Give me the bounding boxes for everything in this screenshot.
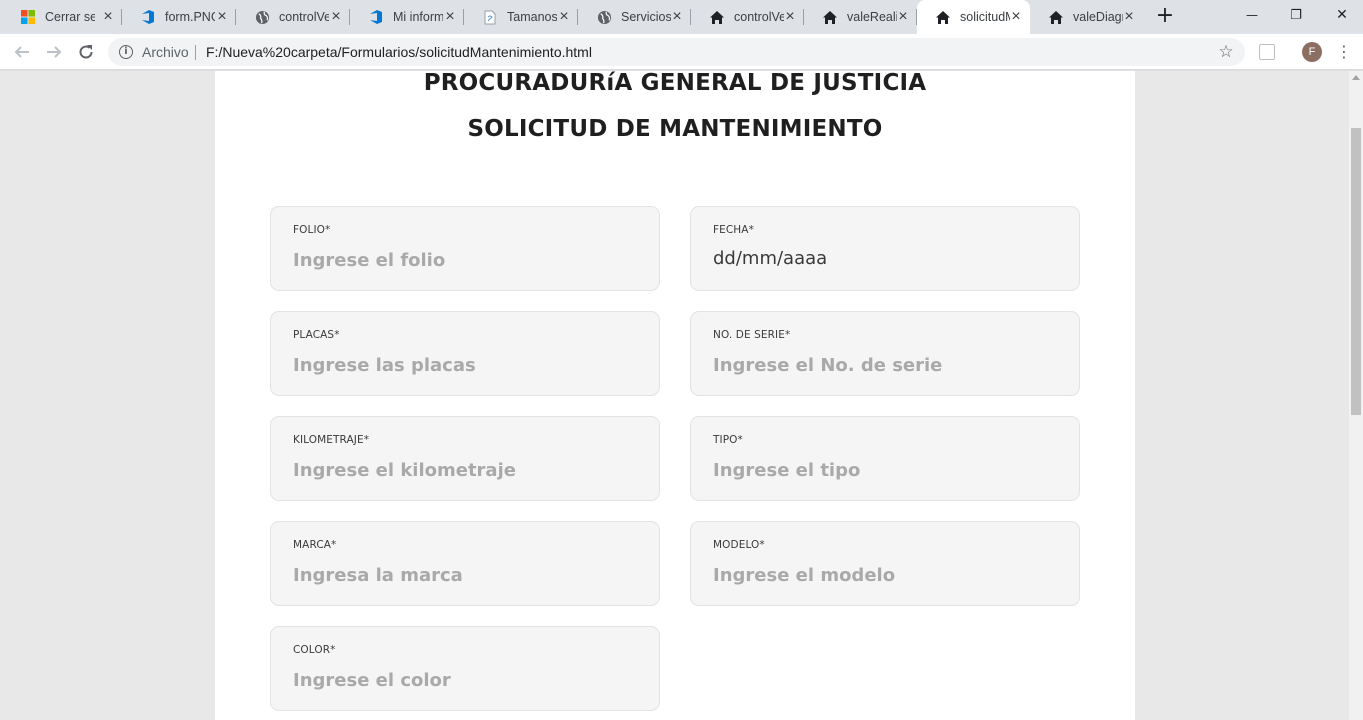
- tipo-field: TIPO*: [690, 416, 1080, 501]
- tab-vale-realizado[interactable]: valeRealizado ×: [804, 0, 917, 34]
- tab-title: form.PNG: [165, 10, 215, 24]
- home-icon: [1048, 9, 1064, 25]
- page-title: PROCURADURíA GENERAL DE JUSTICIA: [423, 71, 927, 96]
- tipo-label: TIPO*: [713, 434, 743, 446]
- close-tab-icon[interactable]: ×: [1008, 9, 1024, 25]
- tab-tamanos[interactable]: Tamanos ×: [464, 0, 578, 34]
- kilometraje-input[interactable]: [293, 457, 633, 483]
- url-text[interactable]: F:/Nueva%20carpeta/Formularios/solicitud…: [206, 44, 592, 60]
- serie-input[interactable]: [713, 352, 1053, 378]
- close-tab-icon[interactable]: ×: [556, 9, 572, 25]
- close-tab-icon[interactable]: ×: [100, 9, 116, 25]
- tab-title: solicitudMantenimiento: [960, 10, 1010, 24]
- back-arrow-icon: [14, 46, 29, 58]
- scheme-label: Archivo: [142, 44, 189, 60]
- browser-toolbar: i Archivo F:/Nueva%20carpeta/Formularios…: [0, 34, 1363, 70]
- globe-icon: [596, 9, 612, 25]
- modelo-input[interactable]: [713, 562, 1053, 588]
- form-container: PROCURADURíA GENERAL DE JUSTICIA SOLICIT…: [215, 71, 1135, 720]
- tab-title: controlVehicular: [279, 10, 329, 24]
- color-input[interactable]: [293, 667, 633, 693]
- fecha-label: FECHA*: [713, 224, 754, 236]
- color-field: COLOR*: [270, 626, 660, 711]
- tab-title: controlVehicular: [734, 10, 784, 24]
- address-divider: [195, 45, 196, 60]
- home-icon: [935, 9, 951, 25]
- tab-servicios[interactable]: Servicios ×: [578, 0, 691, 34]
- scroll-up-arrow-icon[interactable]: [1352, 75, 1360, 80]
- forward-arrow-icon: [47, 46, 62, 58]
- tab-title: valeRealizado: [847, 10, 897, 24]
- tab-mi-informacion[interactable]: Mi información ×: [350, 0, 464, 34]
- bookmark-star-icon[interactable]: ☆: [1216, 42, 1236, 62]
- marca-field: MARCA*: [270, 521, 660, 606]
- close-window-button[interactable]: ✕: [1319, 0, 1363, 30]
- restore-button[interactable]: ❐: [1273, 0, 1319, 30]
- reload-icon: [79, 45, 93, 59]
- kilometraje-label: KILOMETRAJE*: [293, 434, 370, 446]
- tab-title: valeDiagnostico: [1073, 10, 1123, 24]
- minimize-button[interactable]: —: [1229, 0, 1275, 30]
- folio-field: FOLIO*: [270, 206, 660, 291]
- menu-kebab-icon[interactable]: ⋮: [1334, 41, 1354, 63]
- close-tab-icon[interactable]: ×: [1121, 9, 1137, 25]
- tab-title: Tamanos: [507, 10, 557, 24]
- tab-cerrar-sesion[interactable]: Cerrar sesión ×: [2, 0, 122, 34]
- folio-label: FOLIO*: [293, 224, 331, 236]
- placas-input[interactable]: [293, 352, 633, 378]
- tab-title: Servicios: [621, 10, 671, 24]
- document-icon: [482, 9, 498, 25]
- home-icon: [822, 9, 838, 25]
- tab-title: Cerrar sesión: [45, 10, 95, 24]
- tab-control-vehicular[interactable]: controlVehicular ×: [236, 0, 350, 34]
- close-tab-icon[interactable]: ×: [669, 9, 685, 25]
- form-title: SOLICITUD DE MANTENIMIENTO: [467, 116, 883, 142]
- tab-solicitud-mantenimiento[interactable]: solicitudMantenimiento ×: [917, 0, 1030, 34]
- azure-devops-icon: [140, 9, 156, 25]
- new-tab-button[interactable]: +: [1151, 4, 1179, 30]
- back-button[interactable]: [9, 39, 35, 65]
- fecha-input[interactable]: dd/mm/aaaa: [713, 248, 827, 269]
- folio-input[interactable]: [293, 247, 633, 273]
- tab-strip: Cerrar sesión × form.PNG × controlVehicu…: [0, 0, 1363, 34]
- close-tab-icon[interactable]: ×: [895, 9, 911, 25]
- placas-field: PLACAS*: [270, 311, 660, 396]
- profile-avatar[interactable]: F: [1302, 42, 1322, 62]
- serie-label: NO. DE SERIE*: [713, 329, 791, 341]
- vertical-scrollbar[interactable]: [1349, 71, 1363, 720]
- azure-devops-icon: [368, 9, 384, 25]
- scrollbar-thumb[interactable]: [1351, 128, 1361, 415]
- modelo-field: MODELO*: [690, 521, 1080, 606]
- serie-field: NO. DE SERIE*: [690, 311, 1080, 396]
- tab-form-png[interactable]: form.PNG ×: [122, 0, 236, 34]
- tab-control-vehicular-2[interactable]: controlVehicular ×: [691, 0, 804, 34]
- color-label: COLOR*: [293, 644, 336, 656]
- marca-label: MARCA*: [293, 539, 337, 551]
- globe-icon: [254, 9, 270, 25]
- placas-label: PLACAS*: [293, 329, 340, 341]
- tab-title: Mi información: [393, 10, 443, 24]
- address-bar[interactable]: i Archivo F:/Nueva%20carpeta/Formularios…: [108, 38, 1245, 66]
- modelo-label: MODELO*: [713, 539, 765, 551]
- marca-input[interactable]: [293, 562, 633, 588]
- extension-icon[interactable]: [1259, 44, 1275, 60]
- close-tab-icon[interactable]: ×: [328, 9, 344, 25]
- close-tab-icon[interactable]: ×: [442, 9, 458, 25]
- fecha-field: FECHA* dd/mm/aaaa: [690, 206, 1080, 291]
- close-tab-icon[interactable]: ×: [214, 9, 230, 25]
- info-icon[interactable]: i: [119, 45, 133, 59]
- close-tab-icon[interactable]: ×: [782, 9, 798, 25]
- kilometraje-field: KILOMETRAJE*: [270, 416, 660, 501]
- windows-logo-icon: [20, 9, 36, 25]
- tab-vale-diagnostico[interactable]: valeDiagnostico ×: [1030, 0, 1143, 34]
- home-icon: [709, 9, 725, 25]
- page-viewport: PROCURADURíA GENERAL DE JUSTICIA SOLICIT…: [0, 71, 1349, 720]
- reload-button[interactable]: [73, 39, 99, 65]
- forward-button[interactable]: [41, 39, 67, 65]
- tipo-input[interactable]: [713, 457, 1053, 483]
